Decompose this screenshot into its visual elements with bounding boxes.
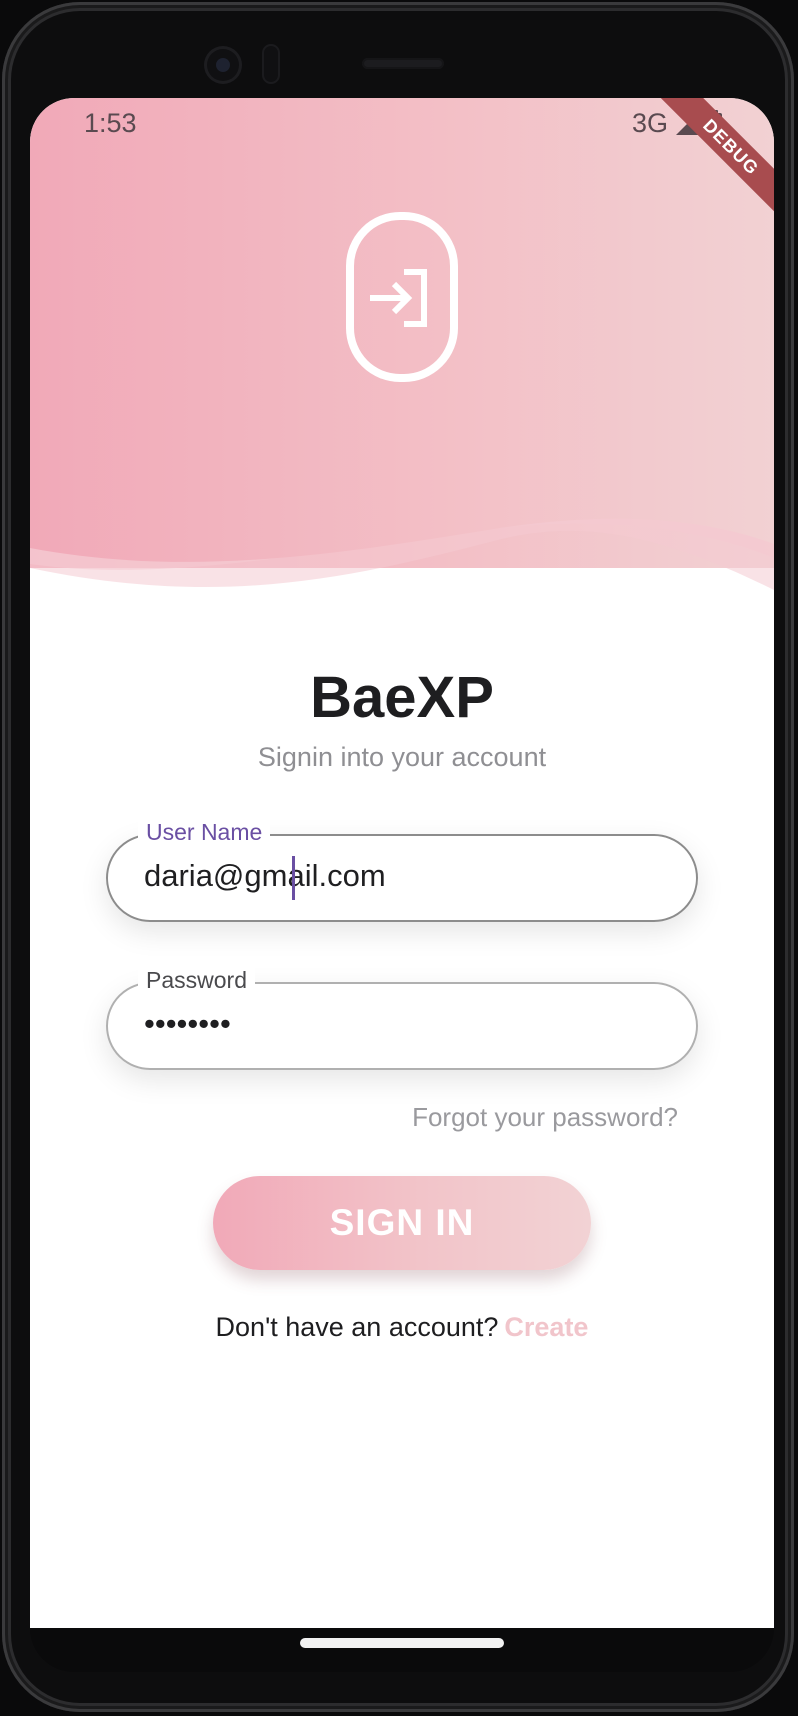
app-screen: 1:53 3G DEBUG BaeXP Signin into your acc…	[30, 98, 774, 1628]
status-time: 1:53	[84, 108, 137, 138]
system-nav-bar	[30, 1628, 774, 1672]
forgot-password-link[interactable]: Forgot your password?	[412, 1102, 678, 1133]
username-input[interactable]	[144, 834, 664, 918]
signup-prompt: Don't have an account? Create	[30, 1312, 774, 1343]
proximity-sensor	[262, 44, 280, 84]
text-cursor	[292, 856, 295, 900]
username-field[interactable]: User Name	[106, 819, 698, 922]
login-icon	[346, 212, 458, 382]
page-subtitle: Signin into your account	[257, 742, 547, 772]
password-input[interactable]	[144, 982, 664, 1066]
no-account-text: Don't have an account?	[215, 1312, 499, 1342]
create-account-link[interactable]: Create	[504, 1312, 588, 1342]
app-title: BaeXP	[310, 665, 494, 730]
earpiece-speaker	[362, 58, 444, 69]
status-bar: 1:53 3G	[30, 98, 774, 150]
network-type: 3G	[631, 108, 668, 138]
front-camera	[204, 46, 242, 84]
home-indicator[interactable]	[300, 1638, 504, 1648]
header-wave	[30, 458, 774, 590]
sign-in-button[interactable]: SIGN IN	[213, 1176, 591, 1270]
password-field[interactable]: Password	[106, 967, 698, 1070]
